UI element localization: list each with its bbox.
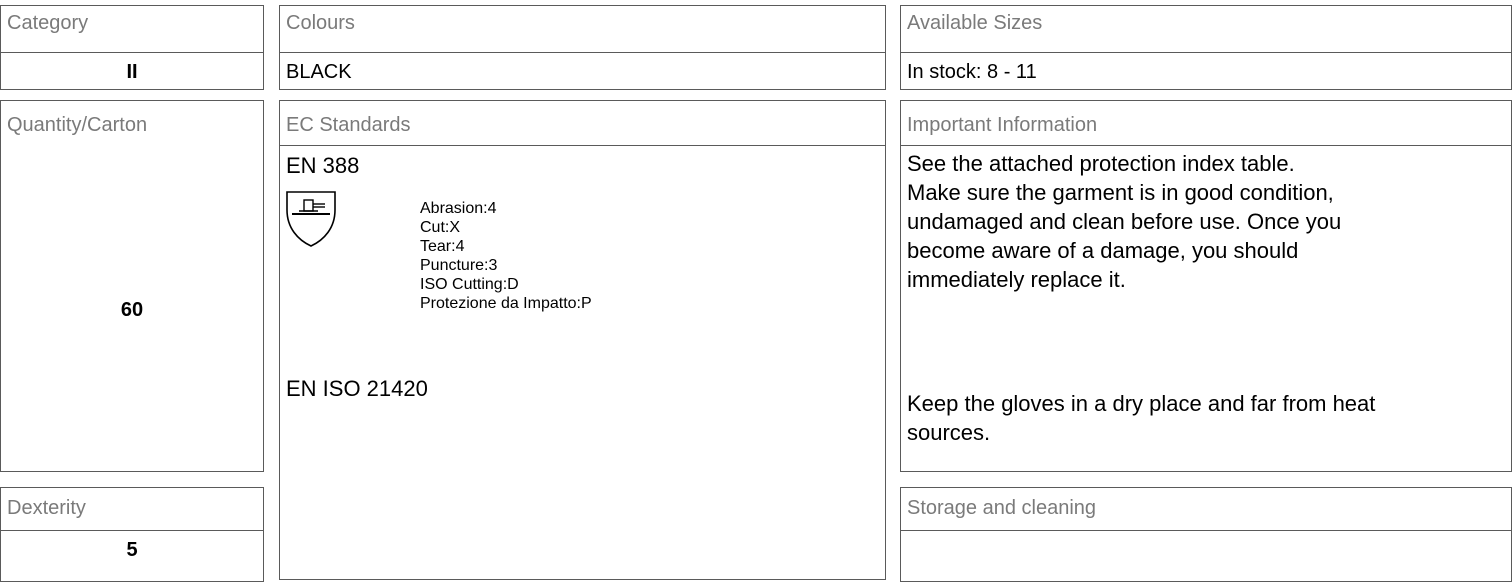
dexterity-cell: Dexterity 5 <box>0 487 264 582</box>
storage-label: Storage and cleaning <box>907 497 1097 519</box>
important-info-label: Important Information <box>907 114 1098 136</box>
category-cell: Category II <box>0 5 264 90</box>
category-value: II <box>126 61 138 83</box>
info-line: become aware of a damage, you should <box>907 238 1299 263</box>
sizes-value: In stock: 8 - 11 <box>907 61 1037 83</box>
rating-impact: Protezione da Impatto:P <box>420 295 592 312</box>
dexterity-label: Dexterity <box>7 497 86 519</box>
quantity-value: 60 <box>120 299 144 321</box>
quantity-label: Quantity/Carton <box>7 114 148 136</box>
en-iso-21420-name: EN ISO 21420 <box>286 376 428 401</box>
quantity-cell: Quantity/Carton 60 <box>0 100 264 472</box>
info-line: Make sure the garment is in good conditi… <box>907 180 1334 205</box>
en388-ratings: Abrasion:4 Cut:X Tear:4 Puncture:3 ISO C… <box>420 199 592 313</box>
hammer-shield-icon <box>284 188 338 248</box>
important-info-text: See the attached protection index table.… <box>907 149 1341 294</box>
colours-label: Colours <box>286 12 355 34</box>
rating-iso-cutting: ISO Cutting:D <box>420 276 519 293</box>
colours-cell: Colours BLACK <box>279 5 886 90</box>
storage-cell: Storage and cleaning <box>900 487 1512 582</box>
info-line: undamaged and clean before use. Once you <box>907 209 1342 234</box>
ec-standards-label: EC Standards <box>286 114 411 136</box>
sizes-label: Available Sizes <box>907 12 1043 34</box>
rating-puncture: Puncture:3 <box>420 257 498 274</box>
info-line: immediately replace it. <box>907 267 1126 292</box>
colours-value: BLACK <box>286 61 352 83</box>
sizes-cell: Available Sizes In stock: 8 - 11 <box>900 5 1512 90</box>
rating-cut: Cut:X <box>420 219 461 236</box>
storage-info-text: Keep the gloves in a dry place and far f… <box>907 389 1375 447</box>
category-label: Category <box>7 12 89 34</box>
info-line: See the attached protection index table. <box>907 151 1295 176</box>
important-info-cell: Important Information See the attached p… <box>900 100 1512 472</box>
ec-standards-cell: EC Standards EN 388 Abrasion:4 Cut:X Tea… <box>279 100 886 580</box>
storage-line: Keep the gloves in a dry place and far f… <box>907 391 1376 416</box>
dexterity-value: 5 <box>126 539 138 561</box>
rating-tear: Tear:4 <box>420 238 465 255</box>
rating-abrasion: Abrasion:4 <box>420 200 497 217</box>
en388-name: EN 388 <box>286 153 360 178</box>
storage-line: sources. <box>907 420 991 445</box>
